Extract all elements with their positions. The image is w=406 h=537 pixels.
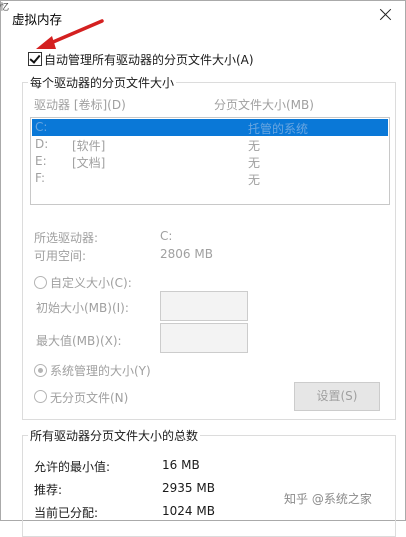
selected-drive-value: C: <box>160 229 173 243</box>
max-size-label: 最大值(MB)(X): <box>36 334 122 348</box>
drive-row-d[interactable]: D: [软件] 无 <box>32 136 388 153</box>
free-space-value: 2806 MB <box>160 247 213 261</box>
drive-letter: F: <box>35 171 46 185</box>
allocated-label: 当前已分配: <box>34 506 99 520</box>
totals-group-title: 所有驱动器分页文件大小的总数 <box>28 427 201 444</box>
drive-row-e[interactable]: E: [文档] 无 <box>32 153 388 170</box>
watermark: 知乎 @系统之家 <box>284 492 372 506</box>
drive-letter: C: <box>35 120 48 134</box>
system-managed-radio[interactable] <box>34 364 47 377</box>
drive-volume-label: [文档] <box>72 156 106 170</box>
drive-paging-size: 无 <box>248 139 261 153</box>
no-paging-file-label[interactable]: 无分页文件(N) <box>50 389 128 406</box>
recommended-value: 2935 MB <box>162 481 215 495</box>
annotation-arrow-icon <box>34 18 106 52</box>
max-size-input[interactable] <box>160 323 248 353</box>
drive-letter: D: <box>35 137 49 151</box>
drive-paging-size: 托管的系统 <box>248 122 309 136</box>
close-icon[interactable] <box>374 3 398 27</box>
drive-list[interactable]: C: 托管的系统 D: [软件] 无 E: [文档] 无 F: 无 <box>30 117 390 205</box>
column-header-size: 分页文件大小(MB) <box>214 98 314 112</box>
drive-paging-size: 无 <box>248 156 261 170</box>
free-space-label: 可用空间: <box>34 249 87 263</box>
auto-manage-checkbox[interactable] <box>28 52 42 66</box>
drive-volume-label: [软件] <box>72 139 106 153</box>
min-allowed-label: 允许的最小值: <box>34 460 111 474</box>
column-header-drive: 驱动器 [卷标](D) <box>34 98 126 112</box>
drive-paging-size: 无 <box>248 173 261 187</box>
selected-drive-label: 所选驱动器: <box>34 231 99 245</box>
background-window-fragment: 忆 <box>0 3 10 13</box>
per-drive-group-title: 每个驱动器的分页文件大小 <box>28 74 177 91</box>
drive-letter: E: <box>35 154 47 168</box>
set-button[interactable]: 设置(S) <box>294 382 380 411</box>
min-allowed-value: 16 MB <box>162 458 200 472</box>
recommended-label: 推荐: <box>34 483 63 497</box>
custom-size-label[interactable]: 自定义大小(C): <box>50 274 132 291</box>
initial-size-input[interactable] <box>160 291 248 321</box>
drive-row-c[interactable]: C: 托管的系统 <box>32 119 388 136</box>
system-managed-label[interactable]: 系统管理的大小(Y) <box>50 362 151 379</box>
drive-row-f[interactable]: F: 无 <box>32 170 388 187</box>
initial-size-label: 初始大小(MB)(I): <box>36 301 129 315</box>
no-paging-file-radio[interactable] <box>34 390 47 403</box>
custom-size-radio[interactable] <box>34 276 47 289</box>
auto-manage-label[interactable]: 自动管理所有驱动器的分页文件大小(A) <box>44 51 254 68</box>
allocated-value: 1024 MB <box>162 504 215 518</box>
